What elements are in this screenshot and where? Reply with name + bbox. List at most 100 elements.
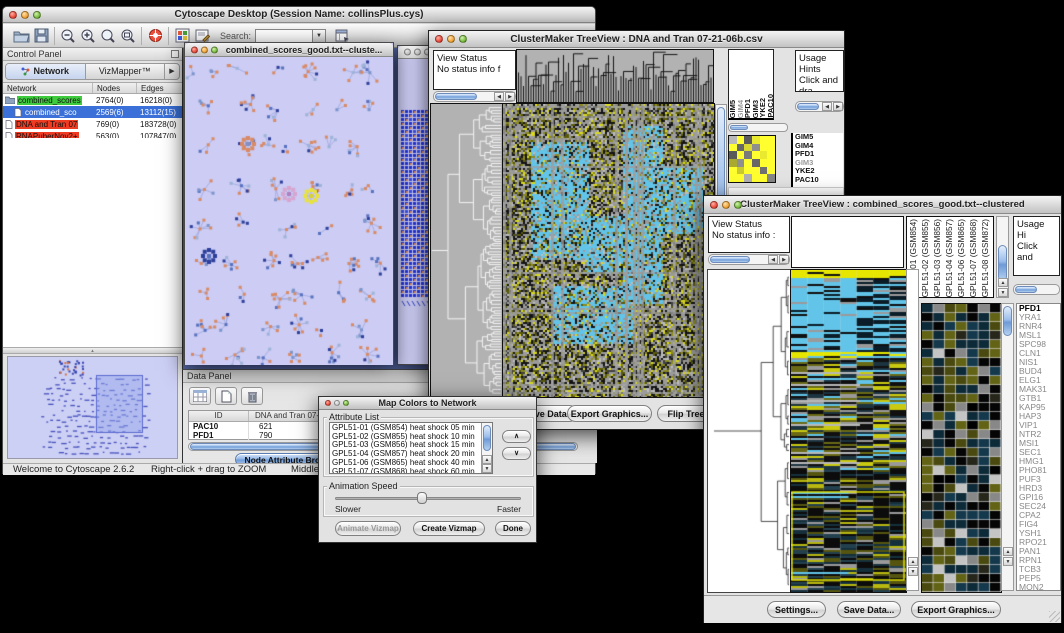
col-nodes[interactable]: Nodes bbox=[93, 83, 137, 93]
network1-titlebar[interactable]: combined_scores_good.txt--cluste... bbox=[185, 43, 393, 57]
minimize-icon[interactable] bbox=[201, 46, 208, 53]
data-col-id[interactable]: ID bbox=[189, 411, 249, 421]
treeview1-titlebar[interactable]: ClusterMaker TreeView : DNA and Tran 07-… bbox=[429, 31, 844, 48]
scroll-down-icon[interactable]: ▼ bbox=[998, 288, 1008, 297]
zoom-window-icon[interactable] bbox=[459, 35, 467, 43]
tv2-column-dendrogram-area[interactable] bbox=[791, 216, 904, 268]
scroll-up-icon[interactable]: ▲ bbox=[908, 557, 918, 566]
close-icon[interactable] bbox=[710, 201, 718, 209]
scroll-down-icon[interactable]: ▼ bbox=[1003, 557, 1013, 566]
zoom-window-icon[interactable] bbox=[33, 11, 41, 19]
col-network[interactable]: Network bbox=[3, 83, 93, 93]
minimize-icon[interactable] bbox=[722, 201, 730, 209]
close-icon[interactable] bbox=[404, 49, 411, 56]
tv1-hints-hscrollbar[interactable]: ◀ ▶ bbox=[795, 101, 844, 112]
tv1-matrix-hscrollbar[interactable] bbox=[728, 123, 788, 132]
attribute-list-vscrollbar[interactable]: ▲ ▼ bbox=[481, 423, 492, 473]
tv2-settings-button[interactable]: Settings... bbox=[767, 601, 826, 618]
scroll-down-icon[interactable]: ▼ bbox=[482, 464, 492, 473]
close-icon[interactable] bbox=[435, 35, 443, 43]
zoom-actual-icon[interactable] bbox=[98, 26, 118, 46]
tv2-detail-heatmap[interactable] bbox=[921, 303, 1002, 593]
help-ring-icon[interactable] bbox=[145, 26, 165, 46]
close-icon[interactable] bbox=[9, 11, 17, 19]
matrix-cell bbox=[767, 144, 775, 152]
scroll-left-icon[interactable]: ◀ bbox=[822, 102, 832, 111]
tv2-labels-vscrollbar[interactable]: ▲ ▼ bbox=[996, 216, 1009, 298]
tv2-detail-vscrollbar[interactable]: ▲ ▼ bbox=[1001, 303, 1014, 591]
minimize-icon[interactable] bbox=[447, 35, 455, 43]
network-doc-icon bbox=[5, 120, 13, 129]
search-input[interactable] bbox=[255, 29, 313, 43]
scroll-left-icon[interactable]: ◀ bbox=[768, 255, 778, 264]
delete-attribute-icon[interactable] bbox=[241, 387, 263, 405]
scroll-up-icon[interactable]: ▲ bbox=[998, 278, 1008, 287]
birdseye-view[interactable] bbox=[7, 356, 178, 459]
attribute-list-item[interactable]: GPL51-07 (GSM868) heat shock 60 min bbox=[332, 468, 490, 474]
zoom-window-icon[interactable] bbox=[211, 46, 218, 53]
minimize-icon[interactable] bbox=[21, 11, 29, 19]
close-icon[interactable] bbox=[191, 46, 198, 53]
treeview2-titlebar[interactable]: ClusterMaker TreeView : combined_scores_… bbox=[704, 196, 1061, 214]
new-attribute-icon[interactable] bbox=[215, 387, 237, 405]
tv2-status-hscrollbar[interactable]: ◀ ▶ bbox=[708, 254, 790, 265]
network-list-row[interactable]: combined_sco2569(6)13112(15) bbox=[3, 106, 182, 118]
panel-splitter[interactable]: ▴ bbox=[3, 347, 182, 354]
minimize-icon[interactable] bbox=[414, 49, 421, 56]
attribute-table-icon[interactable] bbox=[189, 387, 211, 405]
animate-vizmap-button[interactable]: Animate Vizmap bbox=[335, 521, 401, 536]
tab-network[interactable]: Network bbox=[6, 64, 86, 79]
main-titlebar[interactable]: Cytoscape Desktop (Session Name: collins… bbox=[3, 7, 595, 23]
scroll-up-icon[interactable]: ▲ bbox=[482, 455, 492, 464]
tv1-selected-cluster-matrix[interactable] bbox=[728, 135, 776, 183]
tv2-view-status-text: No status info : bbox=[712, 230, 786, 241]
animation-speed-slider[interactable] bbox=[335, 497, 521, 500]
tv2-column-label: GPL51-04 (GSM857) bbox=[943, 219, 955, 297]
scroll-up-icon[interactable]: ▲ bbox=[1003, 547, 1013, 556]
zoom-fit-icon[interactable] bbox=[118, 26, 138, 46]
tv1-column-dendrogram[interactable] bbox=[516, 49, 714, 103]
scroll-down-icon[interactable]: ▼ bbox=[908, 567, 918, 576]
attribute-list[interactable]: GPL51-01 (GSM854) heat shock 05 minGPL51… bbox=[329, 422, 493, 474]
network1-canvas[interactable] bbox=[185, 58, 393, 365]
tv1-export-graphics-button[interactable]: Export Graphics... bbox=[567, 405, 652, 422]
tv2-row-dendrogram[interactable] bbox=[707, 269, 791, 593]
slider-thumb[interactable] bbox=[417, 492, 427, 504]
zoom-in-icon[interactable] bbox=[78, 26, 98, 46]
network-list-empty-area bbox=[3, 138, 182, 347]
col-edges[interactable]: Edges bbox=[137, 83, 180, 93]
create-vizmap-button[interactable]: Create Vizmap bbox=[413, 521, 485, 536]
search-dropdown-icon[interactable]: ▼ bbox=[313, 29, 326, 43]
move-down-button[interactable]: ∨ bbox=[502, 447, 531, 460]
save-icon[interactable] bbox=[31, 26, 51, 46]
move-up-button[interactable]: ∧ bbox=[502, 430, 531, 443]
tv2-save-data-button[interactable]: Save Data... bbox=[837, 601, 901, 618]
tv2-global-heatmap[interactable] bbox=[790, 269, 907, 593]
minimize-icon[interactable] bbox=[334, 400, 340, 406]
tv2-export-graphics-button[interactable]: Export Graphics... bbox=[911, 601, 1001, 618]
tv1-row-dendrogram[interactable] bbox=[430, 103, 503, 398]
scroll-right-icon[interactable]: ▶ bbox=[833, 102, 843, 111]
tv2-global-vscrollbar[interactable]: ▲ ▼ bbox=[906, 269, 919, 591]
scroll-right-icon[interactable]: ▶ bbox=[779, 255, 789, 264]
float-panel-icon[interactable] bbox=[171, 50, 179, 58]
open-folder-icon[interactable] bbox=[11, 26, 31, 46]
resize-grip[interactable] bbox=[1049, 611, 1060, 622]
tv1-status-hscrollbar[interactable]: ◀ ▶ bbox=[433, 91, 516, 102]
scroll-left-icon[interactable]: ◀ bbox=[494, 92, 504, 101]
dialog-titlebar[interactable]: Map Colors to Network bbox=[319, 397, 536, 410]
network-list-row[interactable]: combined_scores2764(0)16218(0) bbox=[3, 94, 182, 106]
tab-vizmapper[interactable]: VizMapper™ bbox=[86, 64, 166, 79]
close-icon[interactable] bbox=[325, 400, 331, 406]
network-list-row[interactable]: DNA and Tran 07769(0)183728(0) bbox=[3, 118, 182, 130]
scroll-right-icon[interactable]: ▶ bbox=[505, 92, 515, 101]
tab-overflow-button[interactable]: ▶ bbox=[165, 64, 179, 79]
zoom-window-icon[interactable] bbox=[734, 201, 742, 209]
zoom-window-icon[interactable] bbox=[343, 400, 349, 406]
zoom-out-icon[interactable] bbox=[58, 26, 78, 46]
tv1-heatmap[interactable] bbox=[502, 103, 715, 398]
tv2-hints-hscrollbar[interactable] bbox=[1013, 284, 1060, 295]
done-button[interactable]: Done bbox=[495, 521, 531, 536]
tv2-gene-list[interactable]: PFD1YRA1RNR4MSL1SPC98CLN1NIS1BUD4ELG1MAK… bbox=[1016, 303, 1061, 591]
matrix-cell bbox=[767, 159, 775, 167]
